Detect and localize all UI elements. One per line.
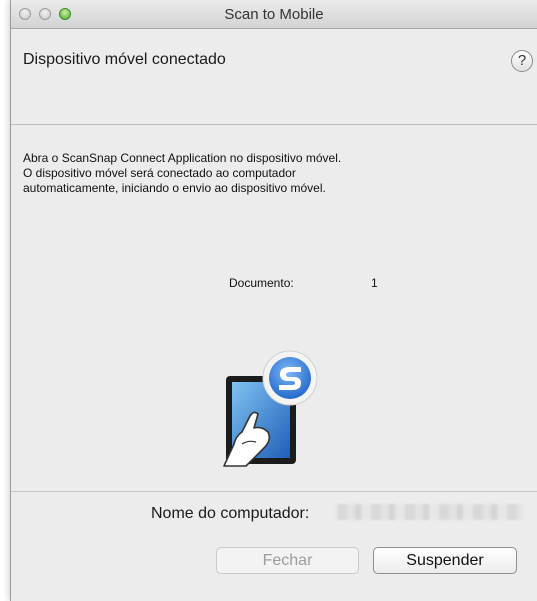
document-count-value: 1 [371,276,378,290]
window-title: Scan to Mobile [224,6,324,23]
footer-panel: Nome do computador: Fechar Suspender [11,491,537,601]
tablet-with-hand-icon [206,348,336,473]
instructions-line: Abra o ScanSnap Connect Application no d… [23,151,342,165]
instructions-text: Abra o ScanSnap Connect Application no d… [23,151,493,196]
computer-name-label: Nome do computador: [151,505,310,522]
header-panel: Dispositivo móvel conectado ? [11,29,537,125]
instructions-line: O dispositivo móvel será conectado ao co… [23,166,296,180]
help-button[interactable]: ? [511,50,533,72]
page-title: Dispositivo móvel conectado [23,51,226,68]
scan-to-mobile-window: Scan to Mobile Dispositivo móvel conecta… [10,0,537,601]
instructions-line: automaticamente, iniciando o envio ao di… [23,181,326,195]
close-button[interactable]: Fechar [216,547,359,574]
suspend-button[interactable]: Suspender [373,547,517,574]
document-count-label: Documento: [229,276,294,290]
title-bar[interactable]: Scan to Mobile [11,0,537,29]
computer-name-value-redacted [337,504,523,520]
